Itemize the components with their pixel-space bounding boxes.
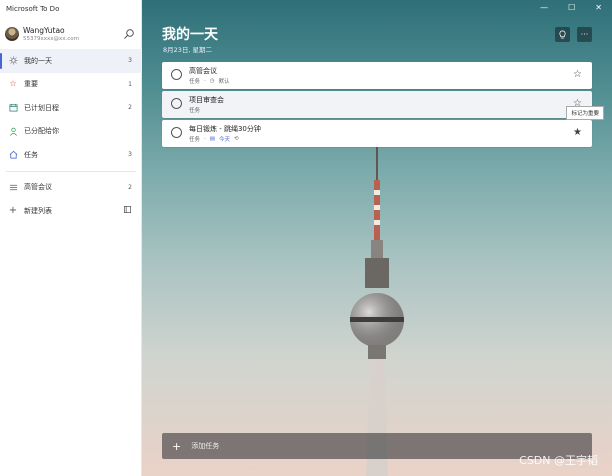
sidebar-item-tasks[interactable]: 任务 3	[0, 143, 142, 167]
task-complete-checkbox[interactable]	[171, 69, 182, 80]
task-title: 高管会议	[189, 67, 217, 75]
home-icon	[8, 150, 18, 160]
task-meta: 任务 · ◷ 默认	[189, 77, 230, 85]
more-icon: ···	[580, 30, 589, 39]
app-title: Microsoft To Do	[6, 5, 60, 13]
sidebar-divider	[6, 170, 136, 172]
reminder-icon: ◷	[209, 78, 215, 84]
add-task-label: 添加任务	[191, 442, 220, 450]
person-icon	[8, 126, 18, 136]
maximize-button[interactable]: ☐	[568, 3, 575, 12]
task-list: 高管会议 任务 · ◷ 默认 ☆ 项目审查会 任务 ☆ 标记为重要 每日锻炼 -…	[162, 62, 604, 149]
dot-separator: ·	[204, 78, 206, 84]
lightbulb-icon	[559, 30, 566, 39]
window-controls: — ☐ ✕	[540, 3, 602, 12]
sidebar-item-label: 重要	[24, 80, 38, 89]
background-tower-image	[350, 140, 404, 476]
task-row[interactable]: 项目审查会 任务 ☆ 标记为重要	[162, 91, 604, 120]
sun-icon	[8, 56, 18, 66]
task-list-name: 任务	[189, 108, 201, 114]
minimize-button[interactable]: —	[540, 3, 548, 12]
task-complete-checkbox[interactable]	[171, 127, 182, 138]
task-row[interactable]: 每日锻炼 - 跳绳30分钟 任务 · ▤ 今天 ⟲ ★	[162, 120, 592, 147]
sidebar-item-count: 3	[128, 151, 132, 159]
profile-email: 55379xxxx@xx.com	[23, 36, 80, 42]
calendar-icon: ▤	[209, 136, 215, 142]
list-icon	[8, 182, 18, 192]
sidebar-item-label: 我的一天	[24, 56, 52, 65]
new-list-label: 新建列表	[24, 206, 52, 215]
sidebar-item-count: 2	[128, 183, 132, 191]
task-meta: 任务	[189, 106, 200, 114]
star-filled-icon[interactable]: ★	[573, 127, 582, 138]
watermark: CSDN @王宇韬	[519, 454, 598, 467]
sidebar-item-count: 1	[128, 80, 132, 88]
task-complete-checkbox[interactable]	[171, 98, 182, 109]
sidebar-item-label: 已分配给你	[24, 127, 59, 136]
task-title: 每日锻炼 - 跳绳30分钟	[189, 125, 261, 133]
sidebar-nav: 我的一天 3 ☆ 重要 1 已计划日程 2 已分配给你 任务 3 高管会议 2 …	[0, 49, 142, 223]
sidebar-item-label: 高管会议	[24, 183, 52, 192]
page-date: 8月23日, 星期二	[163, 46, 213, 54]
sidebar-item-planned[interactable]: 已计划日程 2	[0, 96, 142, 120]
repeat-icon: ⟲	[233, 136, 239, 142]
task-list-name: 任务	[189, 79, 201, 85]
task-row[interactable]: 高管会议 任务 · ◷ 默认 ☆	[162, 62, 592, 89]
profile[interactable]: WangYutao 55379xxxx@xx.com	[5, 25, 137, 45]
sidebar-item-important[interactable]: ☆ 重要 1	[0, 73, 142, 97]
sidebar-item-list[interactable]: 高管会议 2	[0, 176, 142, 200]
task-meta: 任务 · ▤ 今天 ⟲	[189, 135, 239, 143]
sidebar-item-label: 已计划日程	[24, 103, 59, 112]
sidebar-item-assigned[interactable]: 已分配给你	[0, 120, 142, 144]
main-pane: — ☐ ✕ 我的一天 8月23日, 星期二 ··· 高管会议 任务 · ◷ 默认…	[142, 0, 612, 476]
sidebar-item-label: 任务	[24, 150, 38, 159]
new-group-icon[interactable]	[123, 205, 132, 216]
plus-icon: +	[172, 439, 182, 453]
sidebar: Microsoft To Do WangYutao 55379xxxx@xx.c…	[0, 0, 142, 476]
plus-icon: +	[8, 204, 18, 216]
avatar[interactable]	[5, 27, 19, 41]
page-title: 我的一天	[162, 27, 218, 43]
task-list-name: 任务	[189, 137, 201, 143]
dot-separator: ·	[204, 136, 206, 142]
new-list-button[interactable]: + 新建列表	[0, 199, 142, 223]
task-extra: 默认	[218, 79, 230, 85]
star-icon: ☆	[9, 79, 17, 89]
suggestions-button[interactable]	[555, 27, 570, 42]
sidebar-item-count: 2	[128, 104, 132, 112]
importance-tooltip: 标记为重要	[566, 106, 604, 120]
sidebar-item-count: 3	[128, 57, 132, 65]
calendar-icon	[8, 103, 18, 113]
profile-name: WangYutao	[23, 26, 65, 35]
close-button[interactable]: ✕	[595, 3, 602, 12]
search-icon[interactable]	[123, 28, 135, 40]
task-due: 今天	[218, 137, 230, 143]
task-title: 项目审查会	[189, 96, 224, 104]
more-options-button[interactable]: ···	[577, 27, 592, 42]
star-icon[interactable]: ☆	[573, 69, 582, 80]
sidebar-item-my-day[interactable]: 我的一天 3	[0, 49, 142, 73]
